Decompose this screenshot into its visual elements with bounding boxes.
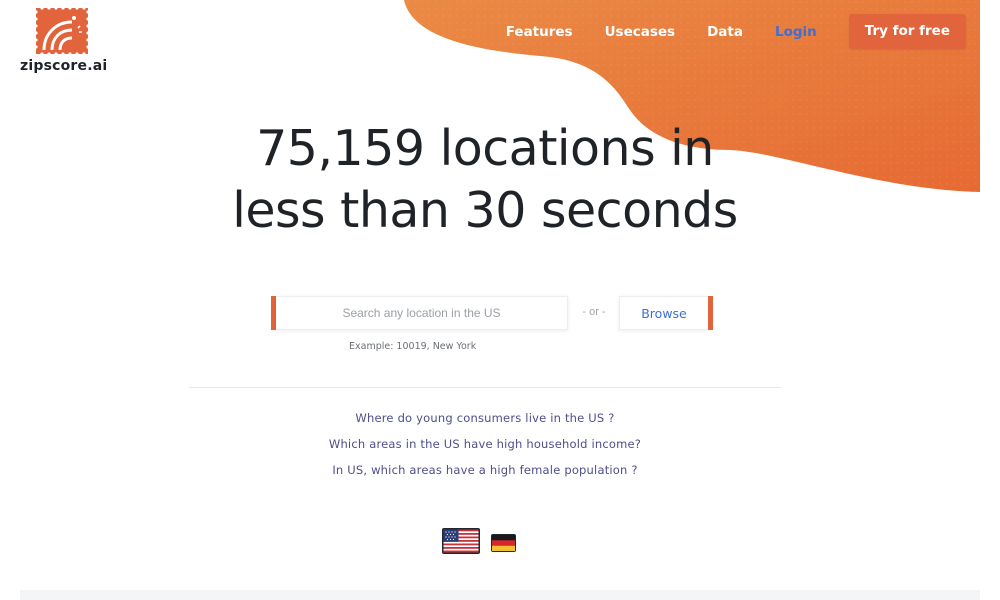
top-nav: Features Usecases Data Login Try for fre… (506, 14, 966, 49)
nav-data[interactable]: Data (707, 24, 743, 40)
browse-accent-bar (708, 296, 713, 330)
hero-line-1: 75,159 locations in (256, 120, 714, 177)
search-box (271, 296, 571, 330)
search-example-hint: Example: 10019, New York (349, 341, 477, 352)
sample-questions: Where do young consumers live in the US … (0, 405, 970, 483)
germany-flag-icon[interactable] (491, 534, 516, 552)
location-pin-stamp-icon (34, 6, 90, 56)
nav-usecases[interactable]: Usecases (605, 24, 676, 40)
us-flag-icon[interactable] (442, 528, 480, 554)
nav-features[interactable]: Features (506, 24, 573, 40)
brand-name: zipscore.ai (20, 58, 108, 74)
section-divider (189, 387, 781, 388)
or-separator: - or - (582, 306, 606, 318)
language-switcher (442, 528, 516, 554)
footer-strip (20, 590, 980, 600)
hero-headline: 75,159 locations in less than 30 seconds (0, 118, 970, 242)
hero-line-2: less than 30 seconds (232, 182, 738, 239)
question-link-household-income[interactable]: Which areas in the US have high househol… (0, 431, 970, 457)
browse-box: Browse (619, 296, 714, 330)
browse-button[interactable]: Browse (619, 296, 708, 330)
location-search-input[interactable] (276, 296, 568, 330)
question-link-young-consumers[interactable]: Where do young consumers live in the US … (0, 405, 970, 431)
question-link-female-population[interactable]: In US, which areas have a high female po… (0, 457, 970, 483)
nav-login[interactable]: Login (775, 24, 817, 40)
try-for-free-button[interactable]: Try for free (848, 14, 966, 49)
